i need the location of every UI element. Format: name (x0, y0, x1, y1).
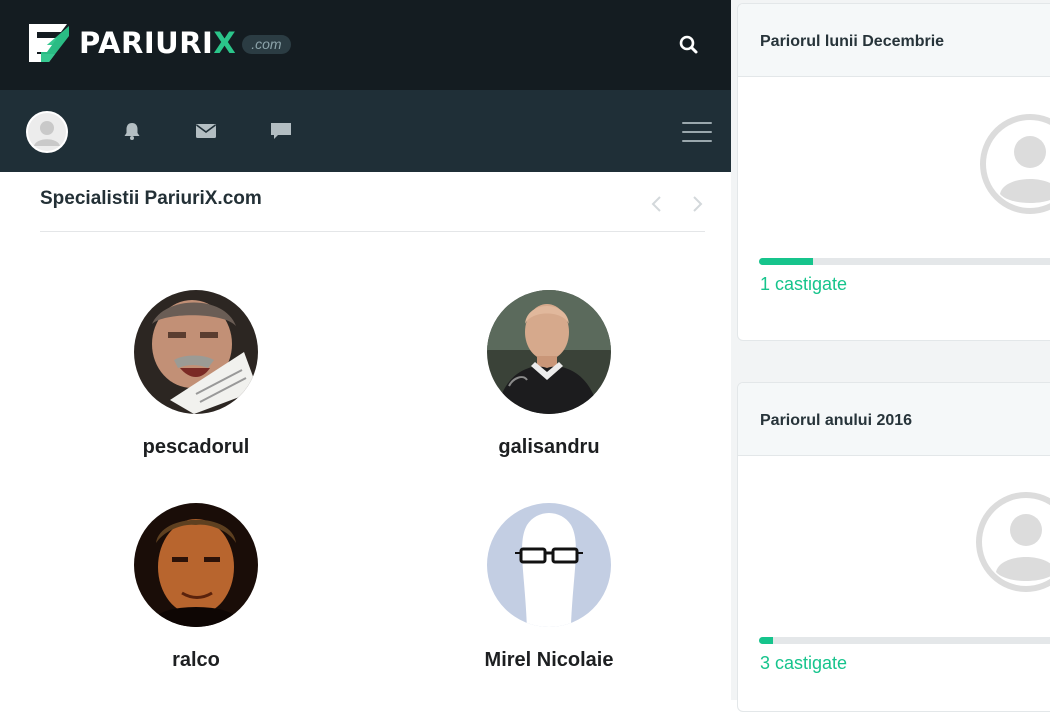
month-bettor-card: Pariorul lunii Decembrie 1 castigate (737, 3, 1050, 341)
logo-dotcom-badge: .com (242, 35, 291, 54)
year-bettor-card: Pariorul anului 2016 3 castigate (737, 382, 1050, 712)
chevron-right-icon[interactable] (689, 194, 705, 214)
expert-card-ralco[interactable]: ralco (96, 503, 296, 672)
card-title: Pariorul anului 2016 (760, 412, 913, 429)
month-progress-bar (759, 258, 1050, 265)
year-wins-count: 3 castigate (760, 653, 848, 673)
logo-wordmark: PARIURIX (79, 26, 237, 60)
chat-icon[interactable] (270, 120, 292, 142)
user-placeholder-icon (974, 490, 1050, 594)
expert-name: pescadorul (142, 436, 250, 458)
chevron-left-icon[interactable] (649, 194, 665, 214)
sidebar: Pariorul lunii Decembrie 1 castigate Par… (731, 0, 1050, 712)
progress-fill (759, 258, 813, 265)
expert-avatar (134, 290, 258, 414)
expert-avatar (134, 503, 258, 627)
specialists-header: Specialistii PariuriX.com (40, 172, 705, 232)
expert-card-mirel-nicolaie[interactable]: Mirel Nicolaie (449, 503, 649, 672)
progress-fill (759, 637, 773, 644)
expert-name: ralco (172, 649, 220, 671)
year-progress-bar (759, 637, 1050, 644)
bell-icon[interactable] (121, 120, 143, 142)
expert-name: galisandru (498, 436, 600, 458)
expert-name: Mirel Nicolaie (484, 649, 614, 671)
hamburger-menu-icon[interactable] (682, 122, 712, 144)
main-column: PARIURIX .com Specialistii PariuriX.com … (0, 0, 731, 700)
user-placeholder-icon (978, 112, 1050, 216)
expert-avatar (487, 290, 611, 414)
search-icon[interactable] (677, 33, 701, 57)
user-avatar[interactable] (26, 111, 68, 153)
expert-avatar (487, 503, 611, 627)
top-header: PARIURIX .com (0, 0, 731, 90)
expert-card-pescadorul[interactable]: pescadorul (96, 290, 296, 459)
month-wins-count: 1 castigate (760, 274, 848, 294)
user-navbar (0, 90, 731, 172)
logo-mark-icon (27, 22, 71, 64)
expert-card-galisandru[interactable]: galisandru (449, 290, 649, 459)
card-title: Pariorul lunii Decembrie (760, 33, 945, 50)
specialists-title: Specialistii PariuriX.com (40, 188, 262, 209)
site-logo[interactable]: PARIURIX .com (27, 22, 291, 64)
envelope-icon[interactable] (195, 120, 217, 142)
